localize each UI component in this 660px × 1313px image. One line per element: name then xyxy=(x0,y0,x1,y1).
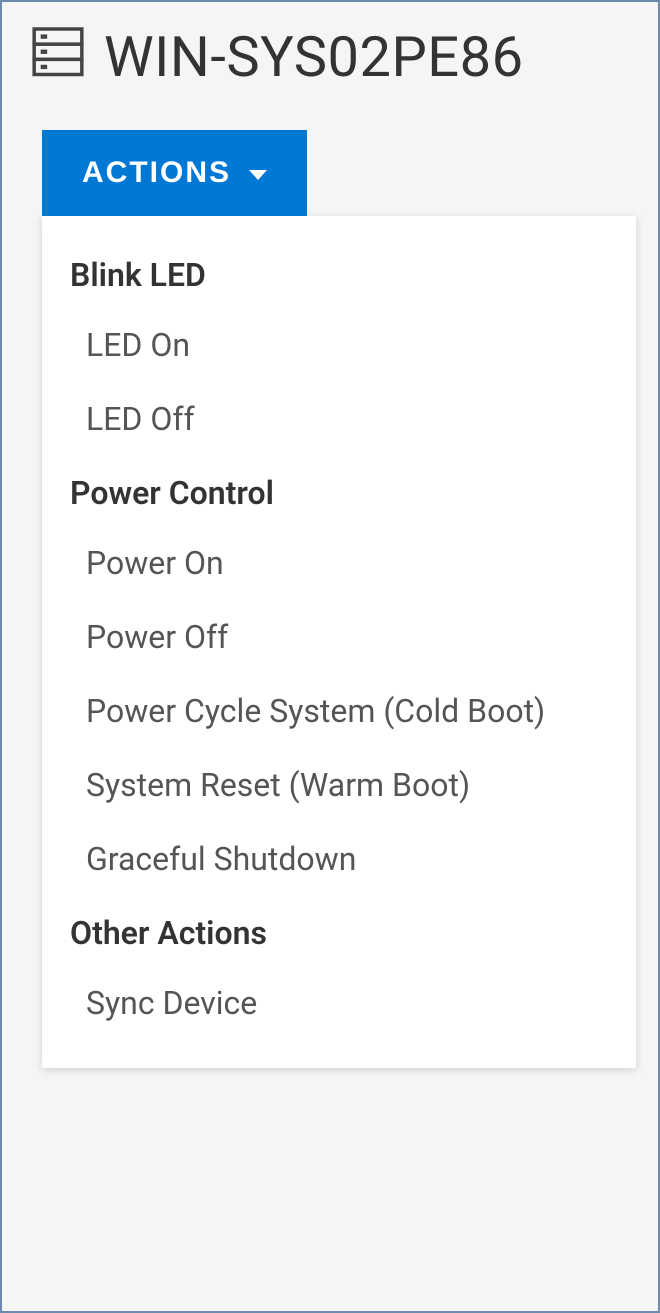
caret-down-icon xyxy=(249,170,267,180)
dropdown-item-power-on[interactable]: Power On xyxy=(42,526,636,600)
actions-dropdown: Blink LED LED On LED Off Power Control P… xyxy=(42,216,636,1068)
dropdown-item-graceful-shutdown[interactable]: Graceful Shutdown xyxy=(42,822,636,896)
dropdown-item-power-off[interactable]: Power Off xyxy=(42,600,636,674)
actions-button-label: ACTIONS xyxy=(82,156,231,190)
dropdown-section-header-blink-led: Blink LED xyxy=(42,238,636,308)
dropdown-section-header-power-control: Power Control xyxy=(42,456,636,526)
actions-button[interactable]: ACTIONS xyxy=(42,130,307,216)
dropdown-section-header-other-actions: Other Actions xyxy=(42,896,636,966)
dropdown-item-system-reset[interactable]: System Reset (Warm Boot) xyxy=(42,748,636,822)
page-header: WIN-SYS02PE86 xyxy=(2,2,658,110)
dropdown-item-led-on[interactable]: LED On xyxy=(42,308,636,382)
page-title: WIN-SYS02PE86 xyxy=(104,24,524,90)
dropdown-item-led-off[interactable]: LED Off xyxy=(42,382,636,456)
actions-container: ACTIONS Blink LED LED On LED Off Power C… xyxy=(2,110,658,1068)
dropdown-item-sync-device[interactable]: Sync Device xyxy=(42,966,636,1040)
dropdown-item-power-cycle[interactable]: Power Cycle System (Cold Boot) xyxy=(42,674,636,748)
server-icon xyxy=(32,26,84,88)
